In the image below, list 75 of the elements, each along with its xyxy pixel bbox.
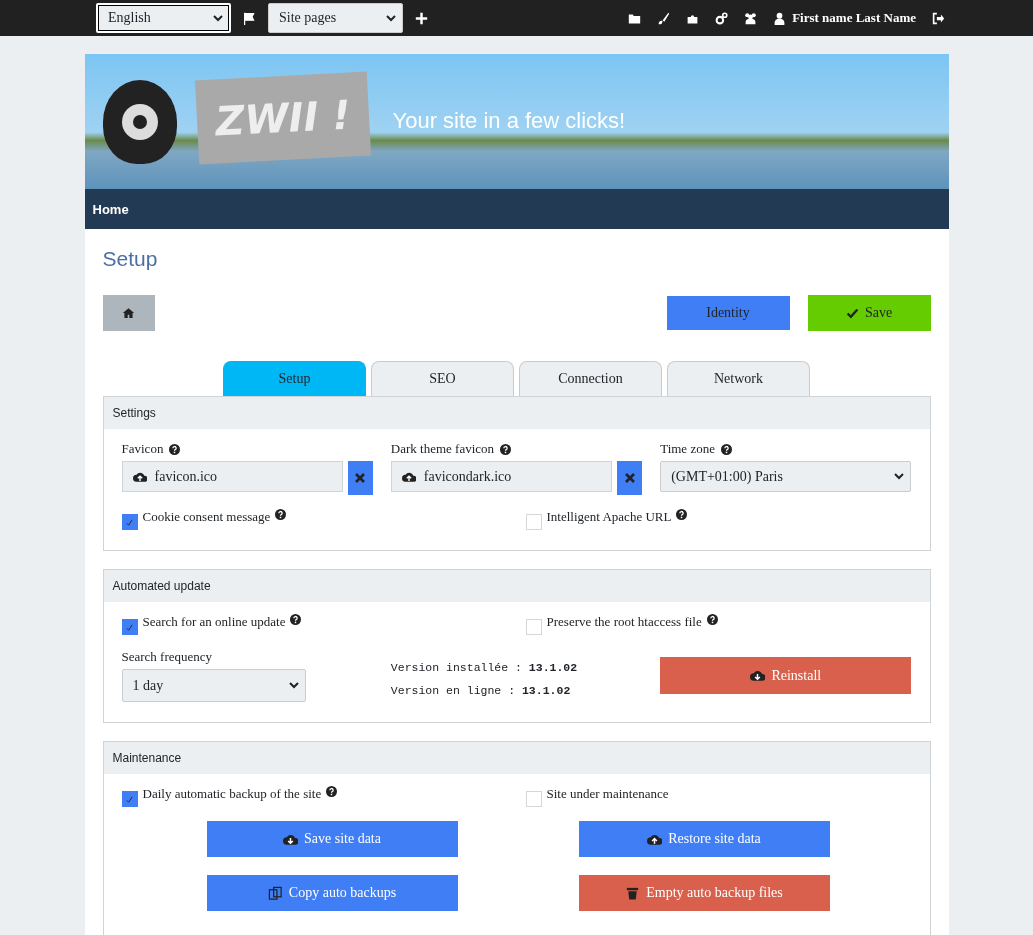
panel-header: Settings xyxy=(103,397,930,429)
version-text: Version en ligne : 13.1.02 xyxy=(390,684,572,697)
help-icon[interactable] xyxy=(275,509,287,520)
user-icon[interactable] xyxy=(773,11,787,25)
close-icon xyxy=(355,473,366,483)
help-icon[interactable] xyxy=(706,614,718,625)
site-tagline: Your site in a few clicks! xyxy=(392,108,626,134)
toolbar-button[interactable]: Save xyxy=(807,295,931,331)
caret-icon xyxy=(288,682,299,689)
help-icon[interactable] xyxy=(290,614,302,625)
action-button[interactable]: Save site data xyxy=(206,821,458,857)
toolbar-button[interactable]: Identity xyxy=(666,296,790,330)
sign-out-icon[interactable] xyxy=(932,11,945,25)
tab[interactable]: Network xyxy=(667,361,810,396)
brush-icon[interactable] xyxy=(657,11,671,25)
panel-header: Automated update xyxy=(103,570,930,602)
close-icon xyxy=(624,473,635,483)
file-field[interactable]: favicon.ico xyxy=(121,461,343,492)
checkbox-label: Preserve the root htaccess file xyxy=(546,614,702,630)
tab[interactable]: SEO xyxy=(371,361,514,396)
tab[interactable]: Connection xyxy=(519,361,662,396)
checkbox[interactable] xyxy=(121,619,138,635)
delete-button[interactable] xyxy=(347,461,373,495)
trash-icon xyxy=(625,885,641,901)
pages-select[interactable]: Site pages xyxy=(268,3,403,33)
file-field[interactable]: favicondark.ico xyxy=(390,461,613,492)
delete-button[interactable] xyxy=(617,461,643,495)
cloud-upload-icon xyxy=(132,470,147,483)
checkbox-label: Cookie consent message xyxy=(142,509,271,525)
select-field[interactable]: (GMT+01:00) Paris xyxy=(660,461,912,492)
check-icon xyxy=(125,794,134,804)
checkbox-label: Search for an online update xyxy=(142,614,286,630)
tab[interactable]: Setup xyxy=(223,361,366,396)
flag-icon[interactable] xyxy=(243,11,256,25)
action-button[interactable]: Empty auto backup files xyxy=(578,875,830,911)
help-icon[interactable] xyxy=(326,786,338,797)
action-button[interactable]: Reinstall xyxy=(660,657,912,694)
checkbox-label: Daily automatic backup of the site xyxy=(142,786,322,802)
home-button[interactable] xyxy=(102,295,155,331)
help-icon[interactable] xyxy=(500,443,512,455)
home-icon xyxy=(122,307,135,319)
caret-icon xyxy=(386,14,396,22)
help-icon[interactable] xyxy=(676,509,688,520)
folder-icon[interactable] xyxy=(628,11,642,25)
check-icon xyxy=(125,517,134,527)
version-text: Version installée : 13.1.02 xyxy=(390,661,579,674)
field-label: Favicon xyxy=(121,441,164,457)
cloud-upload-icon xyxy=(401,470,416,483)
panel-header: Maintenance xyxy=(103,742,930,774)
plus-icon[interactable] xyxy=(415,11,428,25)
action-button[interactable]: Restore site data xyxy=(578,821,830,857)
caret-icon xyxy=(894,473,905,480)
field-label: Dark theme favicon xyxy=(390,441,495,457)
cloud-download-icon xyxy=(283,832,298,846)
check-icon xyxy=(845,306,859,320)
checkbox[interactable] xyxy=(121,514,138,530)
user-name[interactable]: First name Last Name xyxy=(792,10,916,26)
checkbox-label: Site under maintenance xyxy=(546,786,669,802)
check-icon xyxy=(125,622,134,632)
help-icon[interactable] xyxy=(720,443,732,455)
cloud-download-icon xyxy=(750,669,766,682)
action-button[interactable]: Copy auto backups xyxy=(206,875,458,911)
language-select[interactable]: English xyxy=(96,3,231,33)
checkbox[interactable] xyxy=(121,791,138,807)
copy-icon xyxy=(267,885,283,901)
nav-link[interactable]: Home xyxy=(92,201,129,217)
page-title: Setup xyxy=(102,247,159,271)
field-label: Time zone xyxy=(660,441,715,457)
caret-icon xyxy=(213,14,223,22)
logo-text: ZWII ! xyxy=(194,71,371,165)
checkbox-label: Intelligent Apache URL xyxy=(546,509,672,525)
select-field[interactable]: 1 day xyxy=(121,669,306,702)
cloud-upload-icon xyxy=(647,832,663,846)
field-label: Search frequency xyxy=(121,649,213,665)
help-icon[interactable] xyxy=(169,443,181,455)
